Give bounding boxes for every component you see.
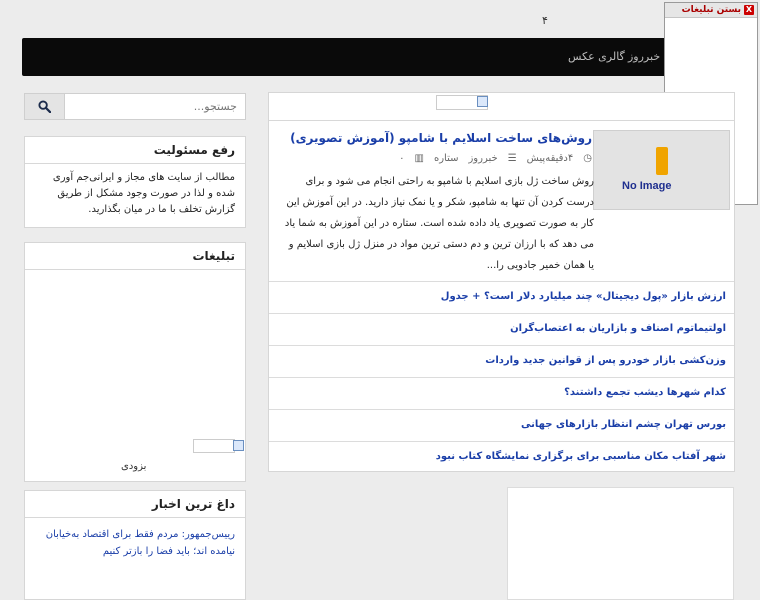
disclaimer-title: رفع مسئولیت [25, 137, 245, 164]
post-category[interactable]: خبرروز [468, 153, 497, 164]
views-icon: ▥ [414, 153, 424, 164]
post-meta: ◷ ۴دقیقه‌پیش ☰ خبرروز ستاره ▥ ۰ [399, 153, 592, 164]
ad-slot[interactable] [193, 439, 235, 453]
featured-thumbnail[interactable]: No Image [593, 130, 730, 210]
list-item[interactable]: کدام شهرها دیشب تجمع داشتند؟ [269, 377, 734, 409]
post-time: ۴دقیقه‌پیش [526, 153, 574, 164]
main-content-panel: No Image روش‌های ساخت اسلایم با شامپو (آ… [268, 92, 735, 472]
image-placeholder-icon [477, 96, 488, 107]
ads-soon-label: بزودی [121, 461, 147, 472]
close-icon[interactable]: X [744, 5, 754, 15]
disclaimer-text: مطالب از سایت های مجاز و ایرانی‌جم آوری … [52, 172, 235, 215]
list-item[interactable]: اولتیماتوم اصناف و بازاریان به اعتصاب‌گر… [269, 313, 734, 345]
list-item[interactable]: بورس تهران چشم انتظار بازارهای جهانی [269, 409, 734, 441]
list-item[interactable]: وزن‌کشی بازار خودرو پس از قوانین جدید وا… [269, 345, 734, 377]
header-mark: ۴ [542, 14, 548, 27]
warning-icon [656, 147, 668, 175]
list-item[interactable]: ارزش بازار «پول دیجیتال» چند میلیارد دلا… [269, 281, 734, 313]
image-placeholder-icon [233, 440, 244, 451]
search-input[interactable] [65, 94, 245, 119]
news-list: ارزش بازار «پول دیجیتال» چند میلیارد دلا… [269, 281, 734, 473]
featured-post-title[interactable]: روش‌های ساخت اسلایم با شامپو (آموزش تصوی… [290, 131, 592, 145]
main-panel-header [269, 93, 734, 121]
featured-post-excerpt: روش ساخت ژل بازی اسلایم با شامپو به راحت… [284, 176, 594, 271]
search-icon [38, 100, 51, 113]
popup-ad-title[interactable]: بستن تبلیغات [682, 5, 741, 15]
search-button[interactable] [25, 94, 65, 119]
thumbnail-text: No Image [622, 180, 672, 192]
clock-icon: ◷ [583, 153, 592, 164]
nav-item-news[interactable]: خبرروز [628, 50, 660, 63]
list-item[interactable]: شهر آفتاب مکان مناسبی برای برگزاری نمایش… [269, 441, 734, 473]
hot-news-title: داغ ترین اخبار [25, 491, 245, 518]
hot-news-panel: داغ ترین اخبار رییس‌جمهور: مردم فقط برای… [24, 490, 246, 600]
ad-banner [507, 487, 734, 600]
hot-news-link[interactable]: رییس‌جمهور: مردم فقط برای اقتصاد به‌خیاب… [25, 518, 245, 568]
category-icon: ☰ [507, 153, 517, 164]
post-rating: ستاره [433, 153, 459, 164]
ads-panel: تبلیغات بزودی [24, 242, 246, 482]
nav-item-gallery[interactable]: گالری عکس [568, 50, 625, 63]
disclaimer-panel: رفع مسئولیت مطالب از سایت های مجاز و ایر… [24, 136, 246, 228]
popup-ad-header: بستن تبلیغات X [665, 3, 757, 18]
search-bar [24, 93, 246, 120]
main-navbar: خبرروز گالری عکس [22, 38, 734, 76]
ads-title: تبلیغات [25, 243, 245, 270]
post-views: ۰ [399, 153, 405, 164]
